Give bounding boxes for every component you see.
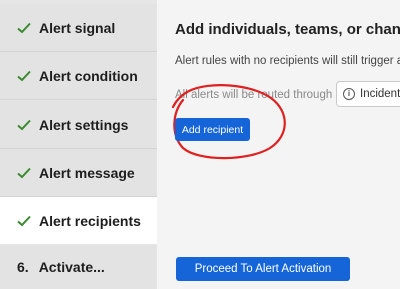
add-recipient-button[interactable]: Add recipient <box>175 118 250 141</box>
step-alert-recipients[interactable]: Alert recipients <box>0 197 157 245</box>
routing-chip[interactable]: i Incident <box>336 81 400 107</box>
step-alert-message[interactable]: Alert message <box>0 149 157 197</box>
step-label: Alert message <box>39 164 135 181</box>
checkmark-icon <box>17 21 35 35</box>
step-alert-condition[interactable]: Alert condition <box>0 52 157 100</box>
checkmark-icon <box>17 166 35 180</box>
step-label: Alert signal <box>39 19 116 36</box>
proceed-to-activation-button[interactable]: Proceed To Alert Activation <box>176 257 350 281</box>
step-label: Alert recipients <box>39 212 141 229</box>
step-label: Alert settings <box>39 116 129 133</box>
info-icon: i <box>343 88 355 100</box>
step-number: 6. <box>17 259 29 275</box>
steps-sidebar: Alert signal Alert condition Alert setti… <box>0 0 157 289</box>
recipients-description: Alert rules with no recipients will stil… <box>175 55 400 67</box>
checkmark-icon <box>17 118 35 132</box>
recipients-panel: Add individuals, teams, or channels Aler… <box>157 0 400 289</box>
checkmark-icon <box>17 214 35 228</box>
step-alert-signal[interactable]: Alert signal <box>0 4 157 52</box>
step-activate[interactable]: 6. Activate... <box>0 245 157 289</box>
page-title: Add individuals, teams, or channels <box>175 21 400 38</box>
step-alert-settings[interactable]: Alert settings <box>0 101 157 149</box>
routing-chip-label: Incident <box>360 88 400 100</box>
step-label: Activate... <box>38 259 105 275</box>
step-label: Alert condition <box>39 67 138 84</box>
checkmark-icon <box>17 69 35 83</box>
routing-text: All alerts will be routed through <box>175 89 333 101</box>
